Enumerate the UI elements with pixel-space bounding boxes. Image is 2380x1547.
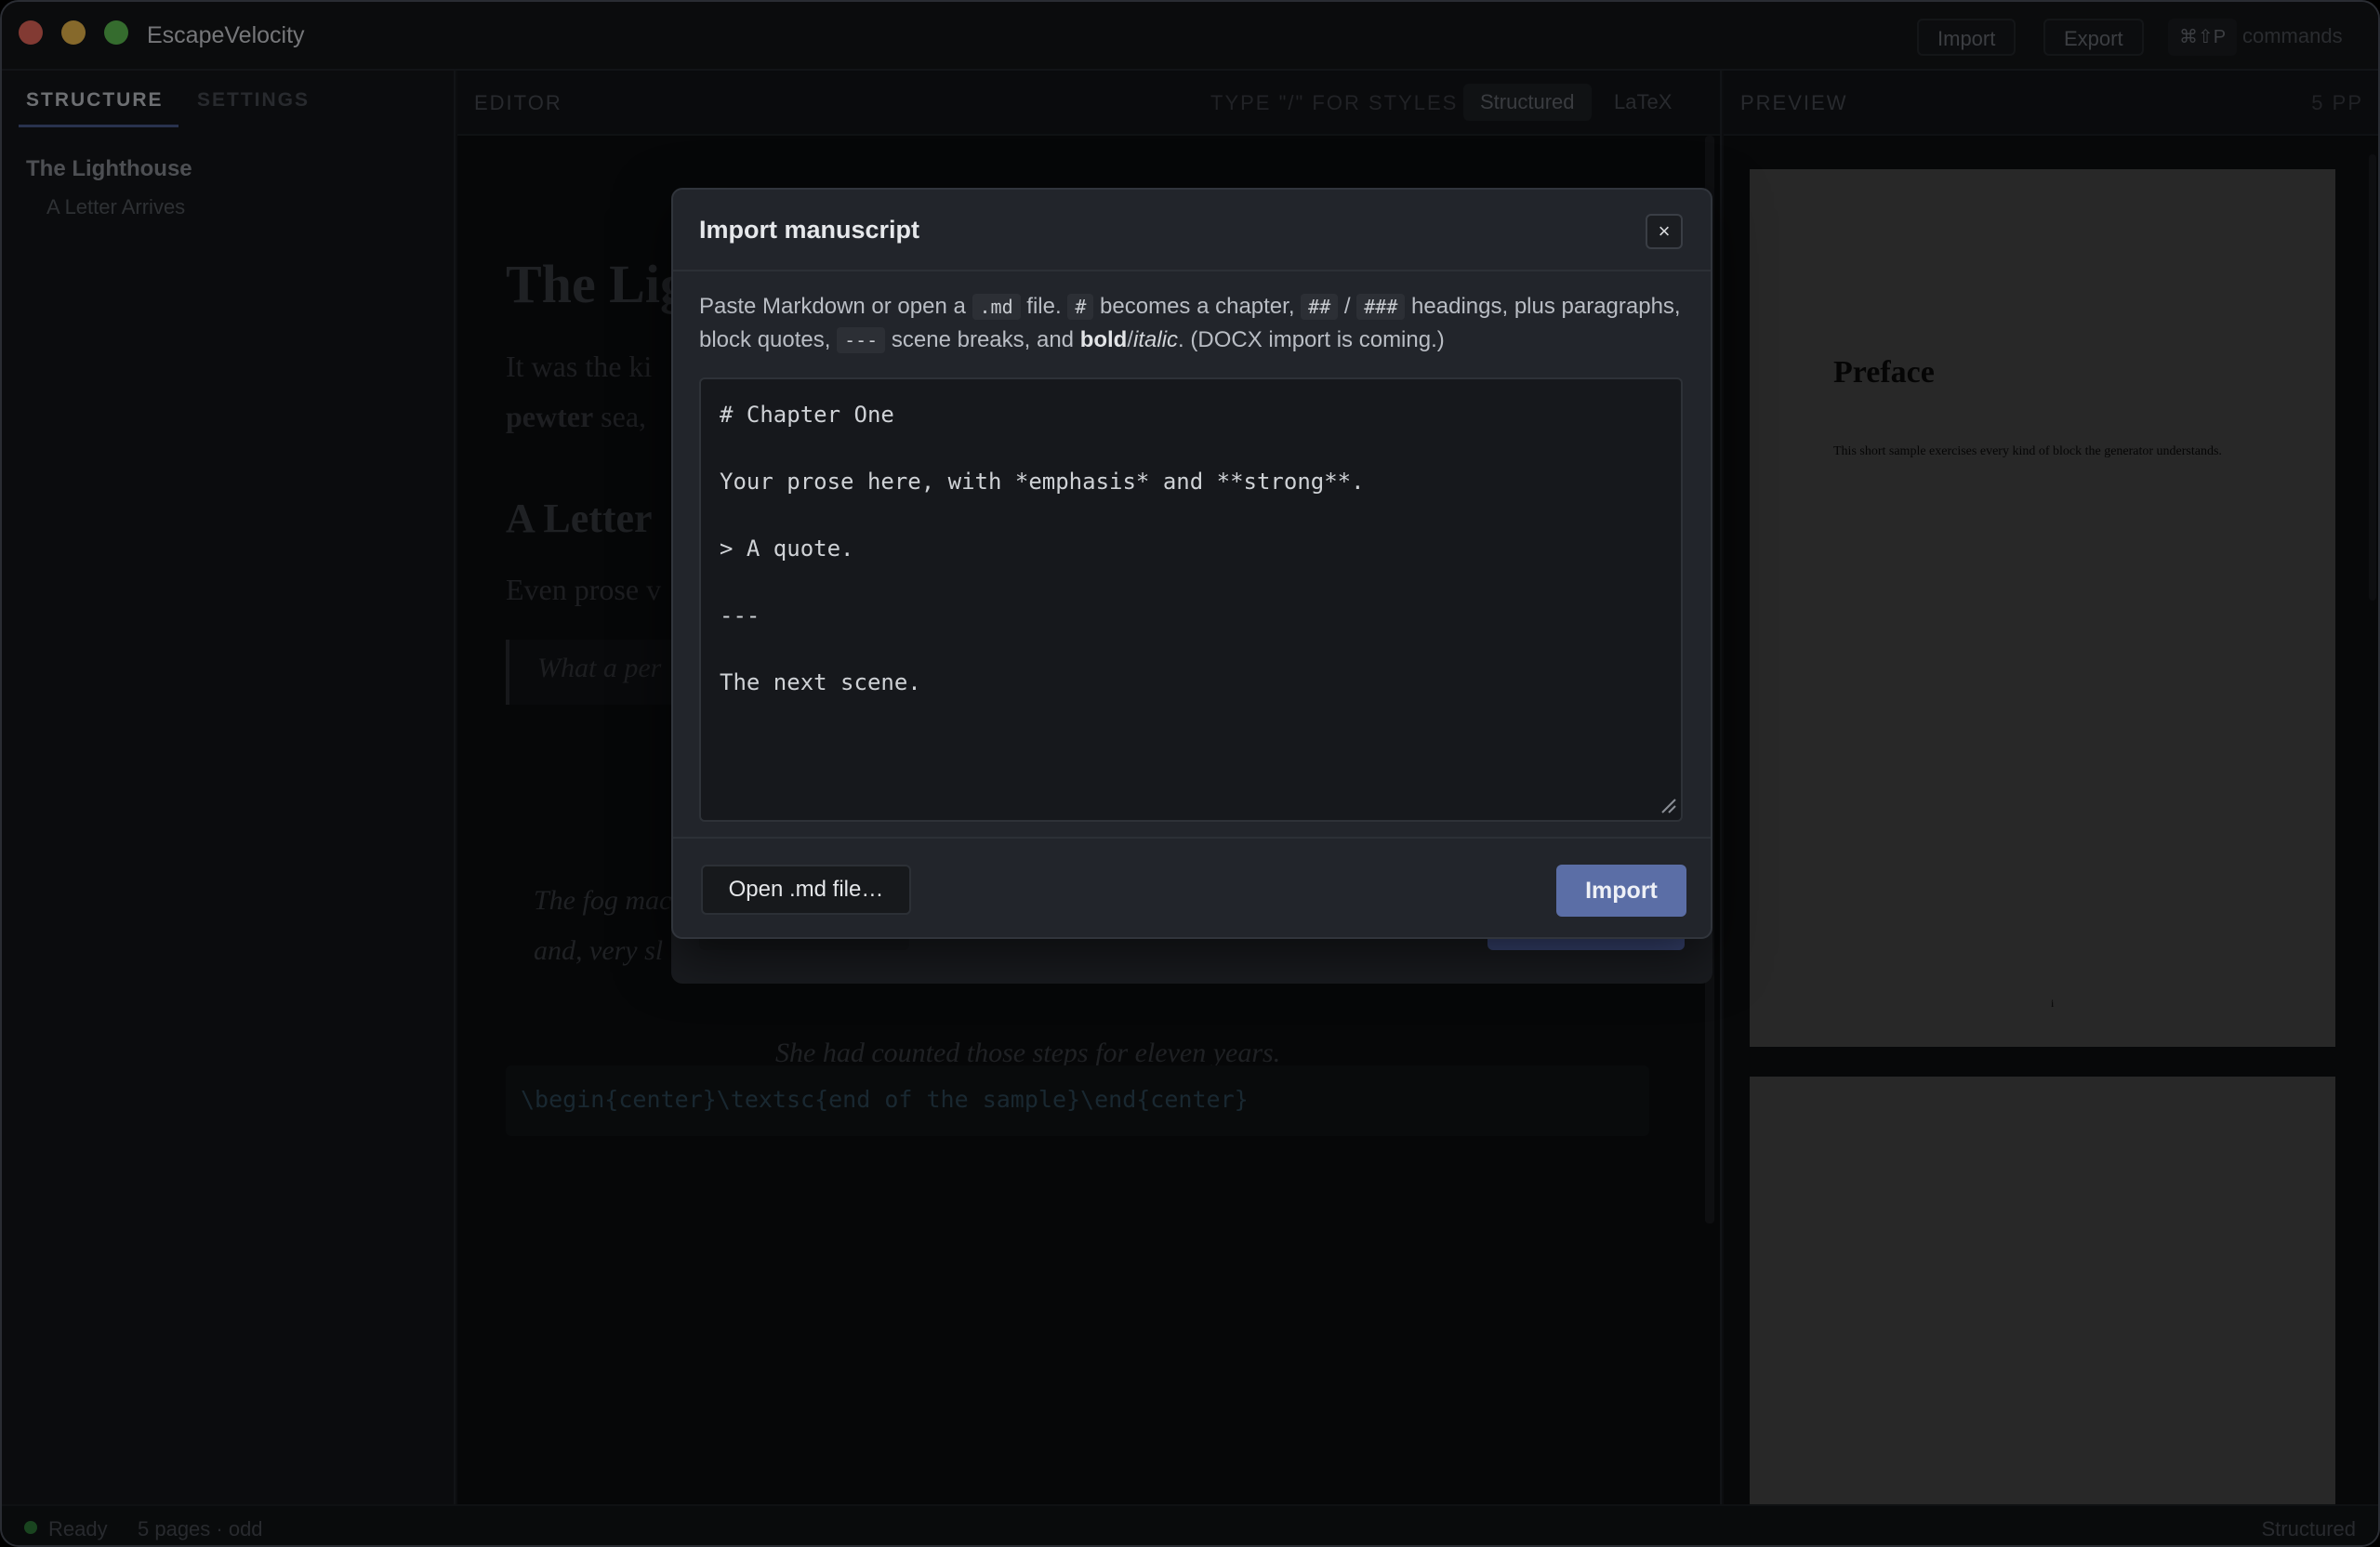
close-dialog-button[interactable]: × [1646, 214, 1683, 249]
dialog-header: Import manuscript × [673, 190, 1711, 271]
dialog-footer-divider [673, 837, 1711, 839]
desc-text: Paste Markdown or open a [699, 294, 972, 319]
desc-text: becomes a chapter, [1093, 294, 1302, 319]
code-chip: .md [972, 294, 1021, 320]
code-chip: # [1067, 294, 1094, 320]
desc-bold: bold [1079, 327, 1128, 352]
desc-text: / [1338, 294, 1357, 319]
markdown-input[interactable]: # Chapter One Your prose here, with *emp… [699, 377, 1683, 822]
desc-text: / [1127, 327, 1134, 352]
code-chip: --- [837, 327, 886, 353]
code-chip: ## [1301, 294, 1339, 320]
desc-text: . (DOCX import is coming.) [1178, 327, 1445, 352]
import-dialog: Import manuscript × Paste Markdown or op… [671, 188, 1712, 939]
app-window: EscapeVelocity Import Export ⌘⇧P command… [0, 0, 2380, 1547]
desc-text: scene breaks, and [885, 327, 1080, 352]
resize-handle-icon[interactable] [1659, 796, 1677, 814]
dialog-description: Paste Markdown or open a .md file. # bec… [699, 290, 1694, 357]
open-md-file-button[interactable]: Open .md file… [701, 865, 911, 915]
desc-italic: italic [1133, 327, 1179, 352]
desc-text: file. [1020, 294, 1068, 319]
import-button[interactable]: Import [1556, 865, 1686, 917]
dialog-title: Import manuscript [699, 216, 920, 244]
code-chip: ### [1356, 294, 1406, 320]
